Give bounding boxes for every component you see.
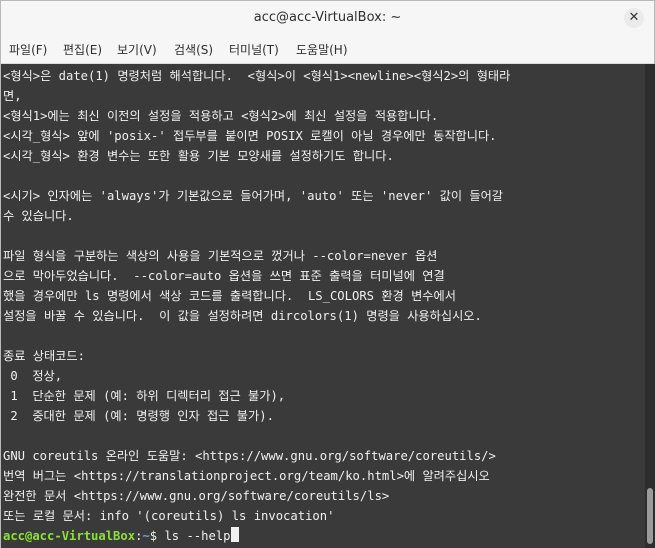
prompt-user-host: acc@acc-VirtualBox <box>3 529 136 543</box>
terminal-line: <형식1>에는 최신 이전의 설정을 적용하고 <형식2>에 최신 설정을 적용… <box>3 109 439 123</box>
prompt-path: ~ <box>142 529 150 543</box>
menu-bar: 파일(F) 편집(E) 보기(V) 검색(S) 터미널(T) 도움말(H) <box>1 35 654 64</box>
terminal-line: 1 단순한 문제 (예: 하위 디렉터리 접근 불가), <box>3 389 286 403</box>
terminal-line: 0 정상, <box>3 369 63 383</box>
terminal-line: 번역 버그는 <https://translationproject.org/t… <box>3 469 490 483</box>
scrollbar-thumb[interactable] <box>647 488 653 544</box>
terminal-line: 으로 막아두었습니다. --color=auto 옵션을 쓰면 표준 출력을 터… <box>3 269 445 283</box>
terminal-line: 했을 경우에만 ls 명령에서 색상 코드를 출력합니다. LS_COLORS … <box>3 289 456 303</box>
close-button[interactable]: ✕ <box>624 8 644 28</box>
terminal-line: <형식>은 date(1) 명령처럼 해석합니다. <형식>이 <형식1><ne… <box>3 69 511 83</box>
menu-file[interactable]: 파일(F) <box>9 41 47 58</box>
terminal-line: 또는 로컬 문서: info '(coreutils) ls invocatio… <box>3 509 335 523</box>
terminal-window: acc@acc-VirtualBox: ~ ✕ 파일(F) 편집(E) 보기(V… <box>0 0 655 548</box>
terminal-line: <시각_형식> 환경 변수는 또한 활용 기본 모양새를 설정하기도 합니다. <box>3 149 394 163</box>
terminal-line: 면, <box>3 89 22 103</box>
close-icon: ✕ <box>628 10 640 25</box>
terminal-output[interactable]: <형식>은 date(1) 명령처럼 해석합니다. <형식>이 <형식1><ne… <box>1 64 645 548</box>
terminal-line: 종료 상태코드: <box>3 349 85 363</box>
menu-search[interactable]: 검색(S) <box>174 41 213 58</box>
prompt-line[interactable]: acc@acc-VirtualBox:~$ ls --help <box>3 526 239 546</box>
menu-help[interactable]: 도움말(H) <box>296 41 348 58</box>
menu-edit[interactable]: 편집(E) <box>63 41 102 58</box>
scrollbar[interactable] <box>645 64 655 548</box>
command-text: ls --help <box>164 529 231 543</box>
window-title: acc@acc-VirtualBox: ~ <box>253 10 402 25</box>
text-cursor <box>230 527 239 542</box>
title-bar[interactable]: acc@acc-VirtualBox: ~ ✕ <box>1 1 654 35</box>
menu-terminal[interactable]: 터미널(T) <box>229 41 279 58</box>
terminal-line: 완전한 문서 <https://www.gnu.org/software/cor… <box>3 489 390 503</box>
terminal-line: <시각_형식> 앞에 'posix-' 접두부를 붙이면 POSIX 로캘이 아… <box>3 129 497 143</box>
prompt-symbol: $ <box>149 529 165 543</box>
terminal-line: <시기> 인자에는 'always'가 기본값으로 들어가며, 'auto' 또… <box>3 189 504 203</box>
terminal-line: GNU coreutils 온라인 도움말: <https://www.gnu.… <box>3 449 496 463</box>
menu-view[interactable]: 보기(V) <box>117 41 157 58</box>
terminal-line: 2 중대한 문제 (예: 명령행 인자 접근 불가). <box>3 409 274 423</box>
terminal-line: 파일 형식을 구분하는 색상의 사용을 기본적으로 껐거나 --color=ne… <box>3 249 438 263</box>
terminal-line: 설정을 바꿀 수 있습니다. 이 값을 설정하려면 dircolors(1) 명… <box>3 309 482 323</box>
terminal-line: 수 있습니다. <box>3 209 74 223</box>
